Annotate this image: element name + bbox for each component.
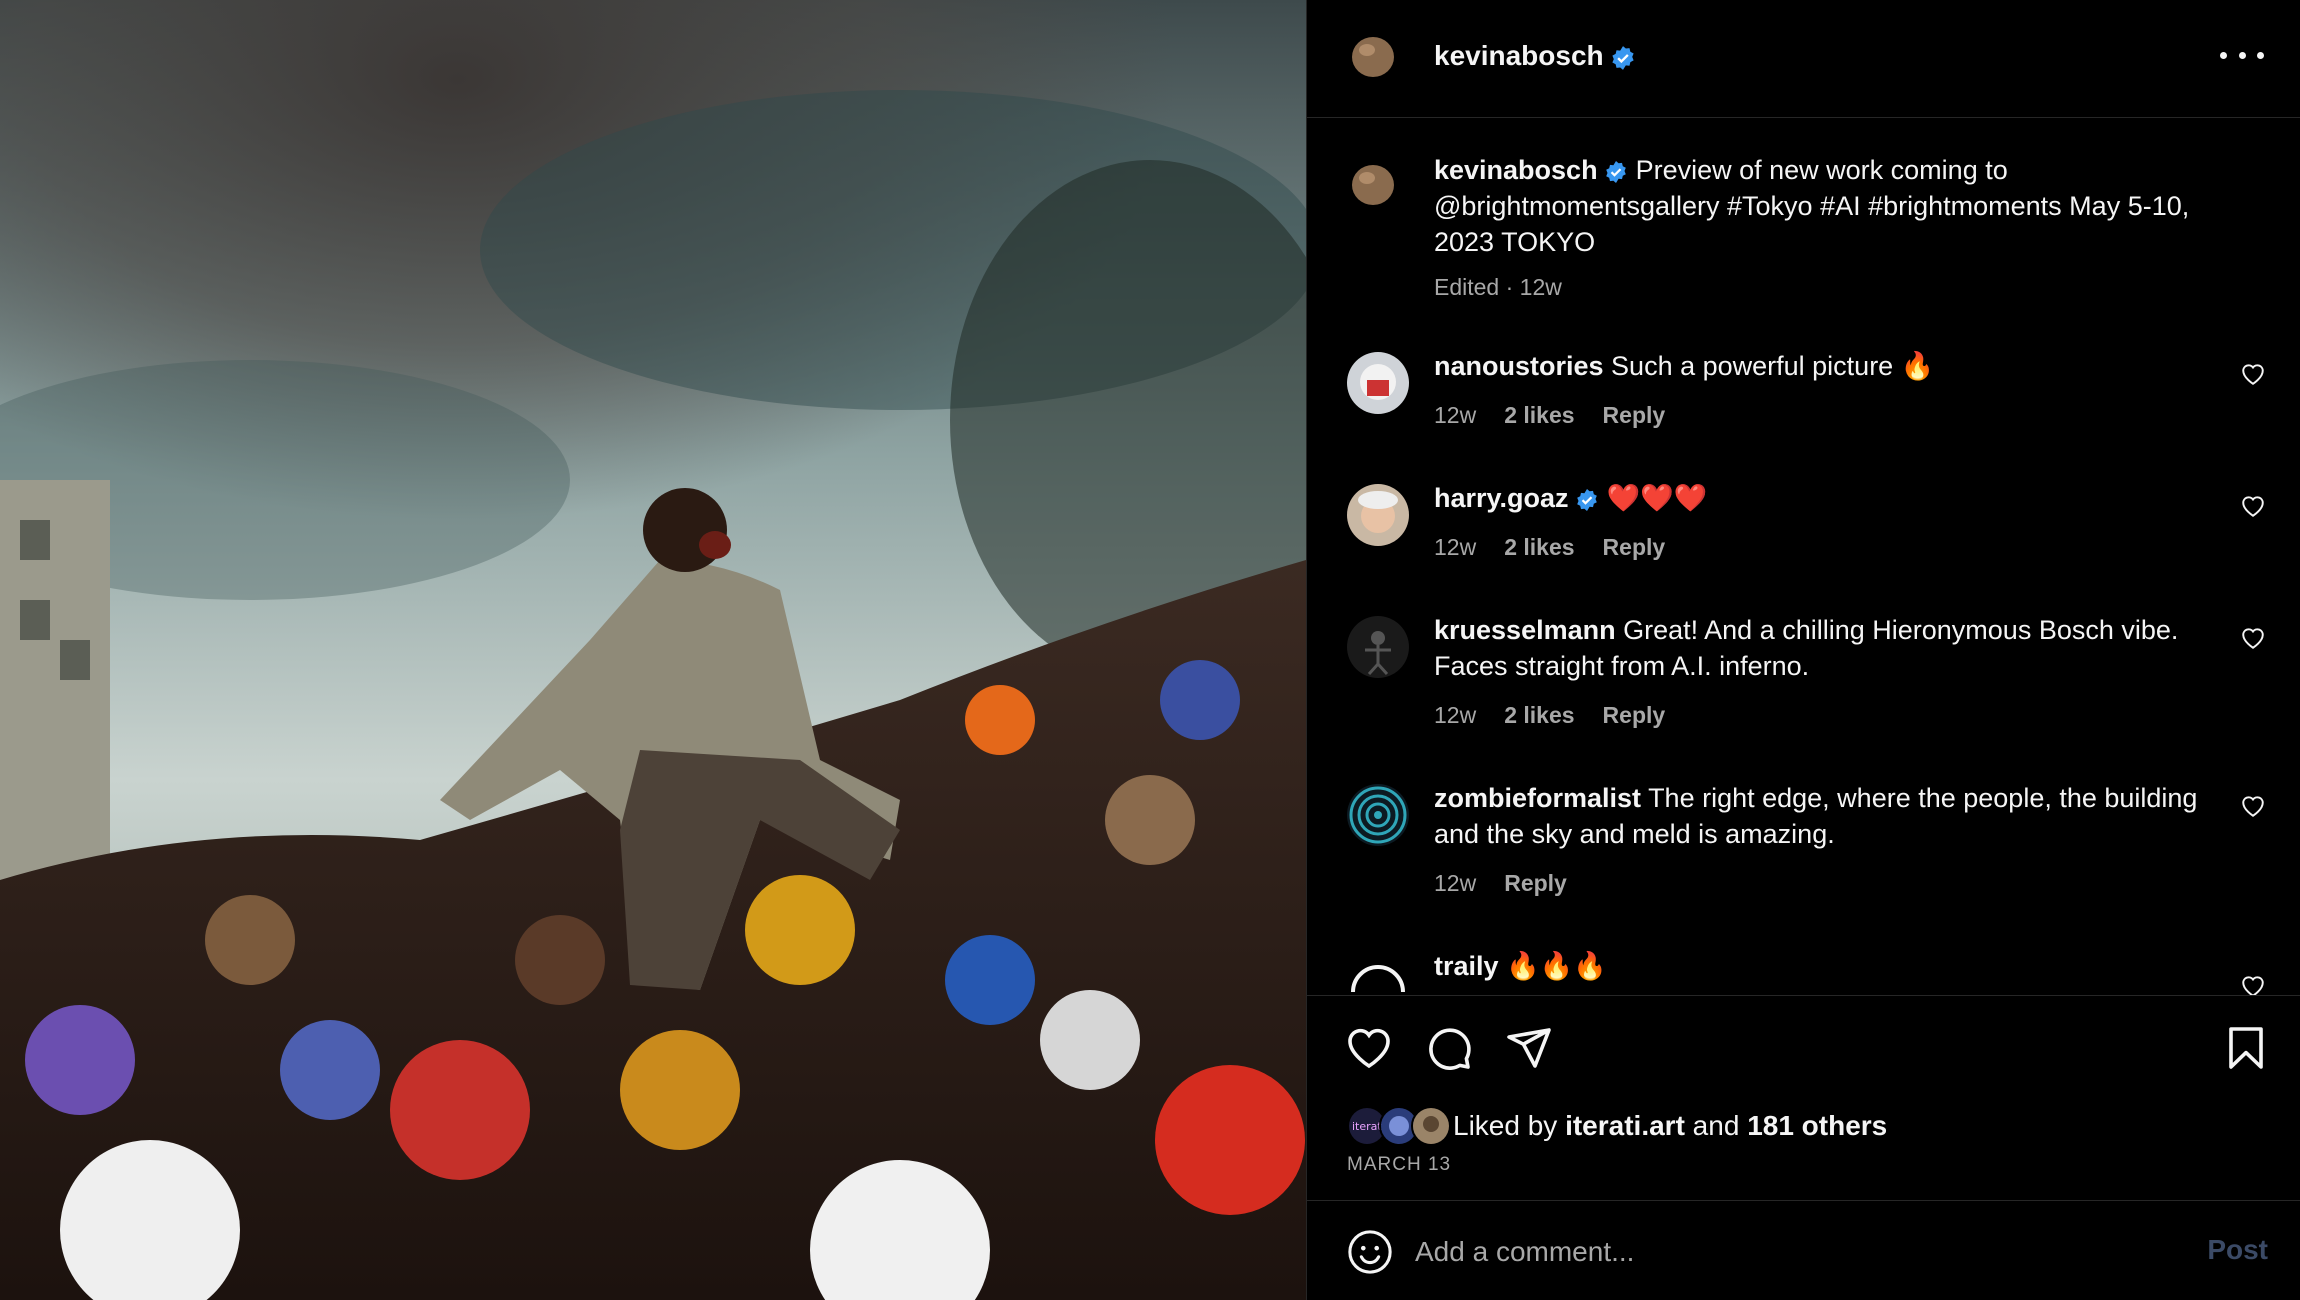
add-comment-bar: Post <box>1307 1200 2300 1300</box>
comment-item: kruesselmann Great! And a chilling Hiero… <box>1307 612 2300 772</box>
caption-text: kevinabosch Preview of new work coming to… <box>1434 152 2204 260</box>
post-comment-button[interactable]: Post <box>2201 1233 2274 1267</box>
comment-input[interactable] <box>1413 1225 2147 1279</box>
comment-body: 🔥🔥🔥 <box>1506 951 1607 981</box>
avatar-image <box>1347 784 1409 846</box>
comment-likes[interactable]: 2 likes <box>1504 402 1574 428</box>
emoji-icon[interactable] <box>1347 1229 1393 1275</box>
comment-time: 12w <box>1434 402 1477 428</box>
commenter-avatar[interactable] <box>1347 616 1409 678</box>
avatar-image <box>1347 158 1399 210</box>
reply-button[interactable]: Reply <box>1504 870 1567 896</box>
like-comment-heart-icon[interactable] <box>2240 362 2266 386</box>
avatar-image <box>1347 616 1409 678</box>
verified-badge-icon <box>1612 45 1634 70</box>
commenter-avatar[interactable] <box>1347 352 1409 414</box>
comment-meta: 12w 2 likes Reply <box>1434 402 1693 429</box>
comment-body: Such a powerful picture 🔥 <box>1611 351 1935 381</box>
like-comment-heart-icon[interactable] <box>2240 974 2266 995</box>
liked-by-middle: and <box>1684 1110 1748 1141</box>
like-comment-heart-icon[interactable] <box>2240 626 2266 650</box>
comment-icon[interactable] <box>1425 1024 1473 1072</box>
commenter-avatar[interactable] <box>1347 484 1409 546</box>
comment-username[interactable]: zombieformalist <box>1434 783 1641 813</box>
more-dot-icon <box>2220 51 2227 59</box>
comment-text: zombieformalist The right edge, where th… <box>1434 780 2204 852</box>
liked-by-avatars[interactable]: iterati <box>1347 1106 1451 1146</box>
like-comment-heart-icon[interactable] <box>2240 494 2266 518</box>
header-username-text[interactable]: kevinabosch <box>1434 40 1604 71</box>
comment-username[interactable]: kruesselmann <box>1434 615 1616 645</box>
post-header: kevinabosch <box>1307 0 2300 118</box>
liker-avatar <box>1411 1106 1451 1146</box>
comment-meta: 12w 2 likes Reply <box>1434 534 1693 561</box>
avatar-image <box>1347 30 1399 82</box>
caption-meta: Edited · 12w <box>1434 274 1562 300</box>
comment-username[interactable]: harry.goaz <box>1434 483 1569 513</box>
comment-likes[interactable]: 2 likes <box>1504 534 1574 560</box>
commenter-avatar[interactable] <box>1347 952 1409 995</box>
comment-username[interactable]: traily <box>1434 951 1499 981</box>
comment-item: traily 🔥🔥🔥 <box>1307 948 2300 995</box>
avatar-image <box>1347 952 1409 995</box>
more-dot-icon <box>2238 51 2246 59</box>
post-side-panel: kevinabosch kevinabosch Preview of new w… <box>1306 0 2300 1300</box>
more-dot-icon <box>2257 51 2264 59</box>
post-actions: iterati Liked by iterati.art and 181 oth… <box>1307 995 2300 1200</box>
liked-by-others[interactable]: 181 others <box>1747 1110 1887 1141</box>
post-caption: kevinabosch Preview of new work coming to… <box>1307 118 2300 318</box>
verified-badge-icon <box>1576 488 1597 511</box>
comment-text: nanoustories Such a powerful picture 🔥 <box>1434 348 2204 384</box>
comment-item: nanoustories Such a powerful picture 🔥 1… <box>1307 348 2300 468</box>
comment-item: zombieformalist The right edge, where th… <box>1307 780 2300 940</box>
header-username[interactable]: kevinabosch <box>1434 40 1636 72</box>
share-icon[interactable] <box>1505 1024 1553 1072</box>
comment-meta: 12w 2 likes Reply <box>1434 702 1693 729</box>
avatar-image <box>1347 352 1409 414</box>
user-avatar[interactable] <box>1347 30 1399 82</box>
post-photo[interactable] <box>0 0 1306 1300</box>
liked-by-user[interactable]: iterati.art <box>1565 1110 1685 1141</box>
comments-list[interactable]: kevinabosch Preview of new work coming to… <box>1307 118 2300 995</box>
user-avatar[interactable] <box>1347 158 1399 210</box>
reply-button[interactable]: Reply <box>1603 402 1666 428</box>
liked-by-text: Liked by iterati.art and 181 others <box>1453 1110 1887 1142</box>
verified-badge-icon <box>1605 160 1626 183</box>
comment-username[interactable]: nanoustories <box>1434 351 1604 381</box>
caption-username[interactable]: kevinabosch <box>1434 155 1598 185</box>
avatar-image <box>1347 484 1409 546</box>
comment-text: kruesselmann Great! And a chilling Hiero… <box>1434 612 2204 684</box>
comment-text: harry.goaz ❤️❤️❤️ <box>1434 480 2204 516</box>
reply-button[interactable]: Reply <box>1603 702 1666 728</box>
like-comment-heart-icon[interactable] <box>2240 794 2266 818</box>
bookmark-icon[interactable] <box>2222 1024 2270 1072</box>
instagram-post-view: kevinabosch kevinabosch Preview of new w… <box>0 0 2300 1300</box>
comment-body: ❤️❤️❤️ <box>1606 483 1708 513</box>
comment-time: 12w <box>1434 702 1477 728</box>
crowd-artwork-image <box>0 0 1306 1300</box>
avatar-image <box>1413 1108 1449 1144</box>
liked-by-prefix: Liked by <box>1453 1110 1566 1141</box>
comment-time: 12w <box>1434 534 1477 560</box>
comment-time: 12w <box>1434 870 1477 896</box>
comment-text: traily 🔥🔥🔥 <box>1434 948 2204 984</box>
likes-summary: iterati Liked by iterati.art and 181 oth… <box>1347 1106 1887 1146</box>
comment-meta: 12w Reply <box>1434 870 1595 897</box>
post-date[interactable]: MARCH 13 <box>1347 1154 1451 1176</box>
comment-item: harry.goaz ❤️❤️❤️ 12w 2 likes Reply <box>1307 480 2300 600</box>
reply-button[interactable]: Reply <box>1603 534 1666 560</box>
comment-likes[interactable]: 2 likes <box>1504 702 1574 728</box>
more-options-button[interactable] <box>2220 40 2264 70</box>
heart-icon[interactable] <box>1345 1024 1393 1072</box>
commenter-avatar[interactable] <box>1347 784 1409 846</box>
